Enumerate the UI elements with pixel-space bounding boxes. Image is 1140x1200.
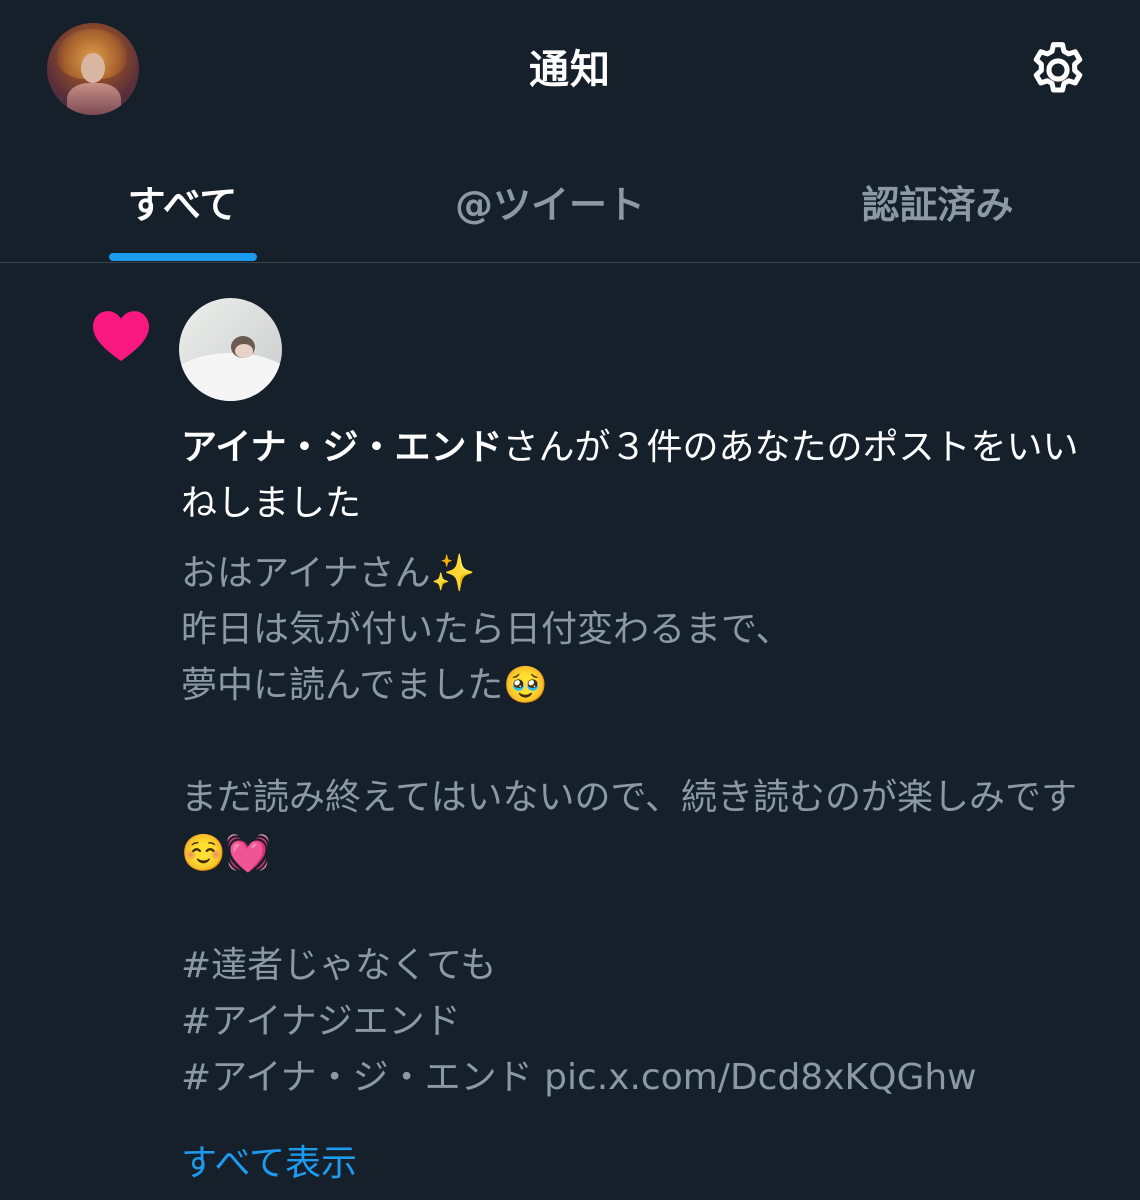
gear-icon[interactable] <box>1026 38 1090 102</box>
notification-text: アイナ・ジ・エンドさんが３件のあなたのポストをいいねしました <box>181 420 1091 532</box>
hashtag[interactable]: #アイナジエンド <box>181 994 1101 1050</box>
hashtag[interactable]: #達者じゃなくても <box>181 938 1101 994</box>
page-title: 通知 <box>529 47 611 93</box>
tab-all[interactable]: すべて <box>80 140 285 262</box>
show-all-link[interactable]: すべて表示 <box>181 1136 357 1192</box>
tweet-line: 夢中に読んでました🥹 <box>181 665 549 706</box>
avatar-face <box>235 344 253 358</box>
heart-icon <box>93 311 149 361</box>
hashtag-and-link[interactable]: #アイナ・ジ・エンド pic.x.com/Dcd8xKQGhw <box>181 1050 1101 1106</box>
tweet-line <box>181 882 1101 938</box>
tweet-line: 昨日は気が付いたら日付変わるまで、 <box>181 609 792 650</box>
tweet-line: おはアイナさん✨ <box>181 553 476 594</box>
notification-item[interactable]: アイナ・ジ・エンドさんが３件のあなたのポストをいいねしました おはアイナさん✨ … <box>0 263 1140 1200</box>
tab-verified[interactable]: 認証済み <box>790 140 1085 262</box>
tweet-body[interactable]: おはアイナさん✨ 昨日は気が付いたら日付変わるまで、 夢中に読んでました🥹 まだ… <box>181 546 1101 1106</box>
tab-mentions[interactable]: @ツイート <box>400 140 700 262</box>
active-tab-indicator <box>109 253 257 261</box>
liker-name[interactable]: アイナ・ジ・エンド <box>181 427 502 468</box>
tweet-line <box>181 714 1101 770</box>
tweet-line: まだ読み終えてはいないので、続き読むのが楽しみです☺️💓 <box>181 777 1078 874</box>
liker-avatar[interactable] <box>179 298 282 401</box>
avatar-sheet <box>179 353 282 401</box>
top-bar: 通知 <box>0 0 1140 140</box>
notification-tabs: すべて @ツイート 認証済み <box>0 140 1140 263</box>
